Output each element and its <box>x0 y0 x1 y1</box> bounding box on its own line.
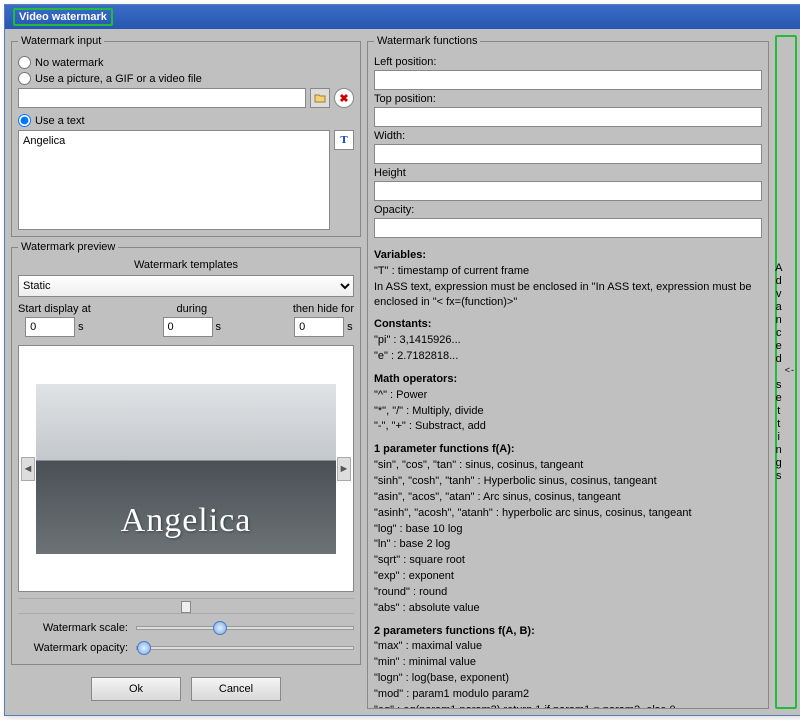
opacity-slider[interactable] <box>136 646 354 650</box>
height-label: Height <box>374 167 762 179</box>
watermark-input-legend: Watermark input <box>18 35 104 47</box>
left-position-label: Left position: <box>374 56 762 68</box>
watermark-input-group: Watermark input No watermark Use a pictu… <box>11 35 361 237</box>
opacity-slider-thumb[interactable] <box>137 641 151 655</box>
p1-sqrt: "sqrt" : square root <box>374 553 762 568</box>
dialog-body: Watermark input No watermark Use a pictu… <box>5 29 800 715</box>
radio-use-text-label: Use a text <box>35 115 85 127</box>
titlebar[interactable]: Video watermark <box>5 5 800 29</box>
p1-abs: "abs" : absolute value <box>374 601 762 616</box>
opacity-label: Watermark opacity: <box>18 642 128 654</box>
left-position-input[interactable] <box>374 70 762 90</box>
scale-slider-thumb[interactable] <box>213 621 227 635</box>
option-use-text[interactable]: Use a text <box>18 114 354 127</box>
opacity-func-input[interactable] <box>374 218 762 238</box>
radio-use-file-label: Use a picture, a GIF or a video file <box>35 73 202 85</box>
start-display-input[interactable] <box>25 317 75 337</box>
var-note: In ASS text, expression must be enclosed… <box>374 280 762 310</box>
math-pow: "^" : Power <box>374 388 762 403</box>
video-watermark-dialog: Video watermark Watermark input No water… <box>4 4 800 716</box>
const-e: "e" : 2.7182818... <box>374 349 762 364</box>
variables-heading: Variables: <box>374 249 426 261</box>
p2-logn: "logn" : log(base, exponent) <box>374 671 762 686</box>
p2-mod: "mod" : param1 modulo param2 <box>374 687 762 702</box>
p1-heading: 1 parameter functions f(A): <box>374 443 515 455</box>
window-title: Video watermark <box>13 8 113 26</box>
left-column: Watermark input No watermark Use a pictu… <box>11 35 361 709</box>
preview-area: ◄ Angelica ► <box>18 345 354 592</box>
text-settings-icon[interactable]: T <box>334 130 354 150</box>
top-position-label: Top position: <box>374 93 762 105</box>
p1-asin: "asin", "acos", "atan" : Arc sinus, cosi… <box>374 490 762 505</box>
start-unit: s <box>78 321 84 333</box>
advanced-settings-label: Advanced settings <box>773 262 785 483</box>
seek-thumb[interactable] <box>181 601 191 613</box>
option-use-file[interactable]: Use a picture, a GIF or a video file <box>18 72 354 85</box>
math-heading: Math operators: <box>374 373 457 385</box>
during-label: during <box>177 303 208 315</box>
preview-overlay-text: Angelica <box>121 502 252 540</box>
p2-eq: "eq" : eq(param1,param2) return 1 if par… <box>374 703 762 709</box>
radio-no-watermark[interactable] <box>18 56 31 69</box>
templates-label: Watermark templates <box>18 259 354 271</box>
constants-heading: Constants: <box>374 318 431 330</box>
const-pi: "pi" : 3,1415926... <box>374 333 762 348</box>
timing-row: Start display at s during s <box>18 303 354 337</box>
function-doc: Variables: "T" : timestamp of current fr… <box>374 248 762 709</box>
radio-no-watermark-label: No watermark <box>35 57 103 69</box>
start-display-label: Start display at <box>18 303 91 315</box>
height-input[interactable] <box>374 181 762 201</box>
right-column: Watermark functions Left position: Top p… <box>367 35 769 709</box>
option-no-watermark[interactable]: No watermark <box>18 56 354 69</box>
p1-round: "round" : round <box>374 585 762 600</box>
math-add: "-", "+" : Substract, add <box>374 419 762 434</box>
watermark-text-input[interactable]: Angelica <box>18 130 330 230</box>
browse-file-icon[interactable] <box>310 88 330 108</box>
preview-seek-bar[interactable] <box>18 598 354 614</box>
p2-max: "max" : maximal value <box>374 639 762 654</box>
p1-asinh: "asinh", "acosh", "atanh" : hyperbolic a… <box>374 506 762 521</box>
radio-use-file[interactable] <box>18 72 31 85</box>
hide-unit: s <box>347 321 353 333</box>
preview-next-icon[interactable]: ► <box>337 457 351 481</box>
file-path-input[interactable] <box>18 88 306 108</box>
p2-heading: 2 parameters functions f(A, B): <box>374 625 535 637</box>
watermark-functions-group: Watermark functions Left position: Top p… <box>367 35 769 709</box>
width-label: Width: <box>374 130 762 142</box>
during-input[interactable] <box>163 317 213 337</box>
template-select[interactable]: Static <box>18 275 354 297</box>
hide-for-input[interactable] <box>294 317 344 337</box>
math-mul: "*", "/" : Multiply, divide <box>374 404 762 419</box>
p1-log: "log" : base 10 log <box>374 522 762 537</box>
p1-ln: "ln" : base 2 log <box>374 537 762 552</box>
cancel-button[interactable]: Cancel <box>191 677 281 701</box>
advanced-toggle-icon[interactable]: <- <box>785 365 795 375</box>
opacity-func-label: Opacity: <box>374 204 762 216</box>
preview-frame: Angelica <box>36 384 336 554</box>
functions-legend: Watermark functions <box>374 35 480 47</box>
radio-use-text[interactable] <box>18 114 31 127</box>
during-unit: s <box>216 321 222 333</box>
watermark-preview-group: Watermark preview Watermark templates St… <box>11 241 361 665</box>
p1-sin: "sin", "cos", "tan" : sinus, cosinus, ta… <box>374 458 762 473</box>
top-position-input[interactable] <box>374 107 762 127</box>
preview-prev-icon[interactable]: ◄ <box>21 457 35 481</box>
p2-min: "min" : minimal value <box>374 655 762 670</box>
p1-sinh: "sinh", "cosh", "tanh" : Hyperbolic sinu… <box>374 474 762 489</box>
watermark-preview-legend: Watermark preview <box>18 241 118 253</box>
advanced-settings-panel[interactable]: <- Advanced settings <box>775 35 797 709</box>
scale-slider[interactable] <box>136 626 354 630</box>
dialog-buttons: Ok Cancel <box>11 669 361 709</box>
width-input[interactable] <box>374 144 762 164</box>
ok-button[interactable]: Ok <box>91 677 181 701</box>
clear-file-icon[interactable]: ✖ <box>334 88 354 108</box>
p1-exp: "exp" : exponent <box>374 569 762 584</box>
var-t: "T" : timestamp of current frame <box>374 264 762 279</box>
hide-for-label: then hide for <box>293 303 354 315</box>
scale-label: Watermark scale: <box>18 622 128 634</box>
